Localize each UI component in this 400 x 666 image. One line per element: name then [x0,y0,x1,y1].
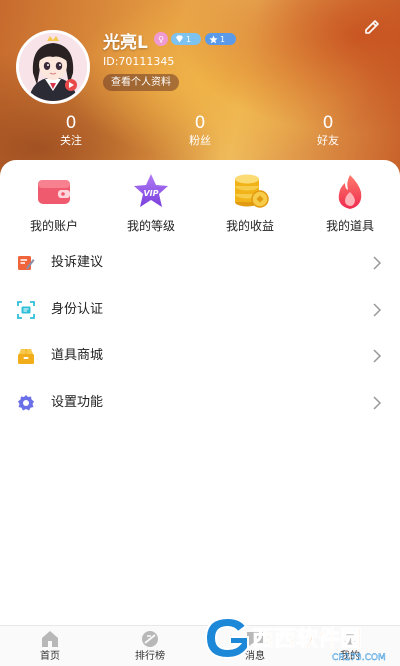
menu-label: 设置功能 [51,395,104,410]
menu-label: 身份认证 [51,302,104,317]
edit-profile-icon[interactable] [362,18,382,38]
gender-symbol: ♀ [158,34,164,44]
watermark-text: 西西软件园 [252,626,362,652]
view-profile-button[interactable]: 查看个人资料 [103,74,179,91]
profile-header: 光亮L ♀ 1 1 ID:70111345 查看个人资料 0 关注 0 粉丝 0… [0,0,400,175]
menu-item-identity-verification[interactable]: 身份认证 [0,287,400,333]
stat-label: 好友 [317,134,339,147]
shortcut-label: 我的等级 [126,219,175,233]
shortcut-label: 我的账户 [29,219,78,233]
menu-label: 投诉建议 [51,255,104,270]
menu-item-feedback[interactable]: 投诉建议 [0,240,400,286]
stat-following[interactable]: 0 关注 [41,113,101,149]
shortcut-my-account[interactable]: 我的账户 [4,172,104,234]
chevron-right-icon [372,348,382,364]
shortcut-label: 我的道具 [325,219,374,233]
avatar[interactable] [16,30,90,104]
star-level-badge: 1 [205,33,236,45]
shop-icon [17,347,35,365]
stat-label: 粉丝 [189,134,211,147]
tab-home[interactable]: 首页 [10,630,90,664]
avatar-image [19,33,87,101]
shortcut-my-items[interactable]: 我的道具 [300,172,400,234]
watermark-subtext: CR173.COM [332,653,386,663]
diamond-level-badge: 1 [171,33,201,45]
ranking-icon [140,630,160,648]
flame-icon [330,172,370,212]
diamond-level-value: 1 [186,34,192,44]
vip-text: VIP [143,189,158,198]
stat-label: 关注 [60,134,82,147]
gender-female-icon: ♀ [154,32,168,46]
scan-id-icon [17,301,35,319]
shortcut-label: 我的收益 [225,219,274,233]
settings-icon [17,394,35,412]
user-id: ID:70111345 [103,55,175,68]
shortcut-my-level[interactable]: VIP 我的等级 [101,172,201,234]
star-icon [209,34,218,43]
tab-label: 排行榜 [135,651,165,662]
chevron-right-icon [372,255,382,271]
coins-icon [230,172,270,212]
diamond-icon [176,35,183,43]
stat-fans[interactable]: 0 粉丝 [170,113,230,149]
menu-item-settings[interactable]: 设置功能 [0,380,400,426]
stat-count: 0 [322,113,334,133]
feedback-icon [17,254,35,272]
star-level-value: 1 [220,34,226,44]
wallet-icon [34,172,74,212]
menu-item-item-shop[interactable]: 道具商城 [0,333,400,379]
content-sheet: 我的账户 VIP 我的等级 我的收益 我的道具 投诉建议 身份认证 道具商城 设… [0,160,400,625]
stat-count: 0 [194,113,206,133]
chevron-right-icon [372,395,382,411]
stat-count: 0 [65,113,77,133]
home-icon [40,630,60,648]
stat-friends[interactable]: 0 好友 [298,113,358,149]
watermark-logo: 西西软件园 CR173.COM [200,612,396,664]
username: 光亮L [103,33,148,53]
tab-ranking[interactable]: 排行榜 [110,630,190,664]
shortcut-my-earnings[interactable]: 我的收益 [200,172,300,234]
menu-label: 道具商城 [51,348,104,363]
tab-label: 首页 [40,651,60,662]
vip-star-icon: VIP [131,172,171,212]
chevron-right-icon [372,302,382,318]
